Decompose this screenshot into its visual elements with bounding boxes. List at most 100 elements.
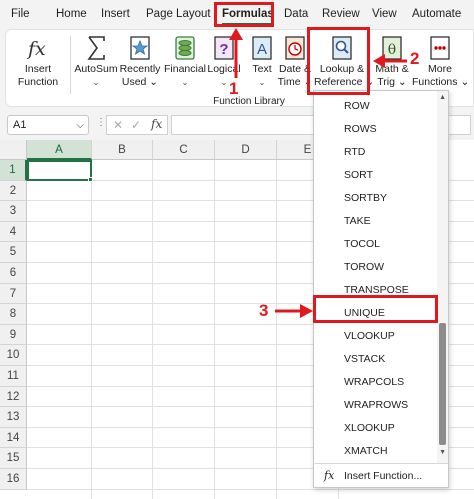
- dropdown-insert-function[interactable]: fx Insert Function...: [314, 465, 448, 487]
- row-header-9[interactable]: 9: [0, 324, 27, 346]
- function-item-xmatch[interactable]: XMATCH: [314, 440, 438, 462]
- ribbon-separator: [70, 36, 71, 94]
- name-box[interactable]: A1 ⌵: [7, 115, 89, 135]
- dropdown-scrollbar[interactable]: ▲ ▼: [437, 91, 448, 463]
- function-item-vstack[interactable]: VSTACK: [314, 348, 438, 370]
- function-item-rtd[interactable]: RTD: [314, 141, 438, 163]
- tab-insert[interactable]: Insert: [101, 6, 130, 23]
- autosum-label: AutoSum: [74, 63, 118, 75]
- svg-text:?: ?: [219, 41, 228, 58]
- more-dots-book-icon: [430, 36, 450, 60]
- row-header-7[interactable]: 7: [0, 283, 27, 305]
- more-functions-label-1: More: [428, 63, 452, 75]
- star-book-icon: [130, 36, 150, 60]
- chevron-down-icon[interactable]: ⌵: [76, 117, 84, 135]
- column-header-b[interactable]: B: [92, 140, 153, 160]
- active-cell-a1[interactable]: [27, 160, 92, 181]
- gridline-horizontal: [27, 488, 474, 490]
- sigma-icon: [87, 36, 105, 60]
- clock-book-icon: [285, 36, 305, 60]
- svg-text:θ: θ: [388, 42, 396, 58]
- insert-function-fx-icon[interactable]: fx: [151, 117, 162, 131]
- row-header-6[interactable]: 6: [0, 263, 27, 284]
- financial-chevron: ⌄: [181, 78, 189, 87]
- lookup-reference-highlight: [307, 27, 370, 95]
- logical-label: Logical: [207, 63, 241, 75]
- theta-book-icon: θ: [382, 36, 402, 60]
- row-header-5[interactable]: 5: [0, 242, 27, 263]
- math-trig-button[interactable]: θ Math & Trig ⌄: [372, 33, 412, 91]
- row-header-12[interactable]: 12: [0, 386, 27, 408]
- step-3-number: 3: [259, 301, 269, 320]
- row-header-1[interactable]: 1: [0, 160, 27, 181]
- select-all-corner[interactable]: [0, 140, 27, 160]
- scrollbar-thumb[interactable]: [439, 323, 446, 445]
- text-label: Text: [252, 63, 272, 75]
- insert-function-label-2: Function: [17, 76, 59, 88]
- autosum-button[interactable]: AutoSum ⌄: [72, 33, 120, 91]
- function-item-torow[interactable]: TOROW: [314, 256, 438, 278]
- row-header-4[interactable]: 4: [0, 221, 27, 243]
- text-button[interactable]: A Text ⌄: [244, 33, 280, 91]
- function-item-wraprows[interactable]: WRAPROWS: [314, 394, 438, 416]
- unique-item-highlight: [313, 295, 438, 323]
- function-item-sort[interactable]: SORT: [314, 164, 438, 186]
- row-header-11[interactable]: 11: [0, 366, 27, 387]
- tab-file[interactable]: File: [11, 6, 30, 23]
- tab-page-layout[interactable]: Page Layout: [146, 6, 211, 23]
- function-item-wrapcols[interactable]: WRAPCOLS: [314, 371, 438, 393]
- tab-data[interactable]: Data: [284, 6, 308, 23]
- financial-label: Financial: [163, 63, 207, 75]
- financial-button[interactable]: Financial ⌄: [161, 33, 209, 91]
- function-item-vlookup[interactable]: VLOOKUP: [314, 325, 438, 347]
- tab-view[interactable]: View: [372, 6, 397, 23]
- row-header-16[interactable]: 16: [0, 469, 27, 490]
- row-header-14[interactable]: 14: [0, 427, 27, 449]
- scroll-down-arrow-icon[interactable]: ▼: [439, 449, 446, 456]
- function-item-rows[interactable]: ROWS: [314, 118, 438, 140]
- gridline-vertical: [91, 160, 92, 499]
- function-item-take[interactable]: TAKE: [314, 210, 438, 232]
- function-item-tocol[interactable]: TOCOL: [314, 233, 438, 255]
- recently-used-button[interactable]: Recently Used ⌄: [117, 33, 163, 91]
- recently-used-label-1: Recently: [119, 63, 161, 75]
- row-header-13[interactable]: 13: [0, 407, 27, 428]
- column-header-d[interactable]: D: [215, 140, 277, 160]
- question-book-icon: ?: [214, 36, 234, 60]
- text-a-icon: A: [252, 36, 272, 60]
- row-header-3[interactable]: 3: [0, 201, 27, 222]
- function-item-xlookup[interactable]: XLOOKUP: [314, 417, 438, 439]
- formula-controls: ✕ ✓ fx: [106, 115, 168, 135]
- row-header-10[interactable]: 10: [0, 345, 27, 366]
- svg-text:fx: fx: [26, 38, 46, 60]
- step-1-number: 1: [229, 79, 239, 98]
- fill-handle[interactable]: [88, 177, 93, 182]
- column-header-c[interactable]: C: [153, 140, 215, 160]
- scroll-up-arrow-icon[interactable]: ▲: [439, 94, 446, 101]
- fx-icon: fx: [324, 469, 335, 482]
- insert-function-button[interactable]: fx Insert Function: [10, 33, 66, 91]
- formulas-tab-highlight: [214, 2, 274, 27]
- insert-function-label: Insert Function...: [344, 470, 423, 482]
- recently-used-label-2: Used ⌄: [121, 76, 159, 88]
- function-item-sortby[interactable]: SORTBY: [314, 187, 438, 209]
- column-header-a[interactable]: A: [27, 140, 92, 160]
- row-header-2[interactable]: 2: [0, 180, 27, 202]
- lookup-reference-dropdown: ROW ROWS RTD SORT SORTBY TAKE TOCOL TOROW TRANSP…: [313, 90, 449, 488]
- dropdown-divider: [315, 463, 448, 464]
- text-chevron: ⌄: [258, 78, 266, 87]
- math-trig-label-2: Trig ⌄: [377, 76, 407, 88]
- row-header-8[interactable]: 8: [0, 304, 27, 325]
- cancel-icon[interactable]: ✕: [113, 118, 123, 132]
- tab-review[interactable]: Review: [322, 6, 360, 23]
- more-functions-button[interactable]: More Functions ⌄: [412, 33, 469, 91]
- row-header-15[interactable]: 15: [0, 448, 27, 469]
- autosum-chevron: ⌄: [92, 78, 100, 87]
- enter-check-icon[interactable]: ✓: [131, 118, 141, 132]
- gridline-vertical: [276, 160, 277, 499]
- step-2-number: 2: [410, 49, 420, 68]
- tab-automate[interactable]: Automate: [412, 6, 461, 23]
- tab-home[interactable]: Home: [56, 6, 87, 23]
- function-item-row[interactable]: ROW: [314, 95, 438, 117]
- svg-text:A: A: [257, 41, 267, 58]
